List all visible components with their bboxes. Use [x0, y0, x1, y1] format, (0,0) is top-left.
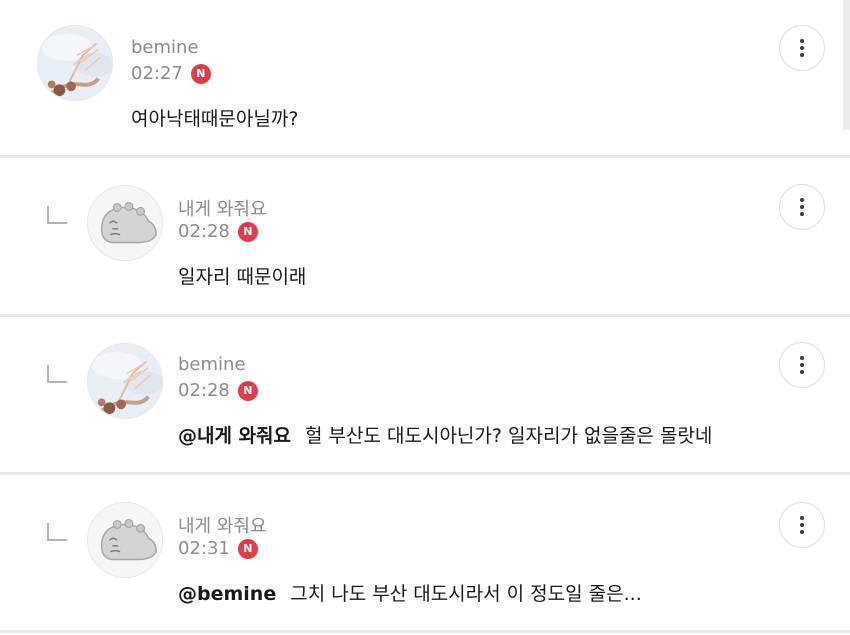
- avatar[interactable]: [87, 502, 163, 578]
- more-dot: [800, 205, 804, 209]
- more-dot: [800, 39, 804, 43]
- mention-link[interactable]: @bemine: [178, 583, 276, 605]
- more-dot: [800, 53, 804, 57]
- new-badge: N: [237, 380, 258, 401]
- comment-time: 02:28: [178, 380, 230, 401]
- avatar[interactable]: [87, 185, 163, 261]
- comment-time: 02:28: [178, 221, 230, 242]
- comment-author[interactable]: 내게 와줘요: [178, 512, 267, 538]
- more-dot: [800, 363, 804, 367]
- more-dot: [800, 198, 804, 202]
- net-photo-avatar-icon: [88, 344, 162, 418]
- comment-text: @내게 와줘요 헐 부산도 대도시아닌가? 일자리가 없을줄은 몰랏네: [178, 421, 712, 448]
- gray-creature-avatar-icon: [88, 503, 162, 577]
- more-options-button[interactable]: [779, 184, 825, 230]
- reply-corner-icon: [47, 206, 67, 224]
- reply-corner-icon: [47, 365, 67, 383]
- avatar[interactable]: [87, 343, 163, 419]
- net-photo-avatar-icon: [38, 26, 112, 100]
- comment-text: 일자리 때문이래: [178, 262, 306, 289]
- comment-item: bemine 02:28 N @내게 와줘요 헐 부산도 대도시아닌가? 일자리가…: [0, 317, 850, 472]
- more-options-button[interactable]: [779, 25, 825, 71]
- new-badge: N: [237, 538, 258, 559]
- comment-divider: [0, 630, 850, 633]
- comment-body: 여아낙태때문아닐까?: [131, 108, 299, 130]
- comment-time: 02:31: [178, 538, 230, 559]
- comment-meta: 02:28 N: [178, 221, 258, 242]
- comment-meta: 02:28 N: [178, 380, 258, 401]
- avatar[interactable]: [37, 25, 113, 101]
- gray-creature-avatar-icon: [88, 186, 162, 260]
- more-dot: [800, 516, 804, 520]
- more-dot: [800, 46, 804, 50]
- comment-item: bemine 02:27 N 여아낙태때문아닐까?: [0, 0, 850, 155]
- more-dot: [800, 523, 804, 527]
- comment-meta: 02:31 N: [178, 538, 258, 559]
- comment-body: 일자리 때문이래: [178, 266, 307, 288]
- comment-author[interactable]: bemine: [178, 354, 246, 375]
- comment-meta: 02:27 N: [131, 63, 211, 84]
- comment-body: 헐 부산도 대도시아닌가? 일자리가 없을줄은 몰랏네: [305, 425, 713, 447]
- comment-item: 내게 와줘요 02:28 N 일자리 때문이래: [0, 158, 850, 314]
- more-dot: [800, 212, 804, 216]
- comment-text: @bemine 그치 나도 부산 대도시라서 이 정도일 줄은...: [178, 579, 642, 606]
- new-badge: N: [237, 221, 258, 242]
- comment-author[interactable]: 내게 와줘요: [178, 195, 267, 221]
- more-dot: [800, 356, 804, 360]
- new-badge: N: [190, 63, 211, 84]
- comment-time: 02:27: [131, 63, 183, 84]
- more-dot: [800, 530, 804, 534]
- comment-author[interactable]: bemine: [131, 37, 199, 58]
- more-dot: [800, 370, 804, 374]
- more-options-button[interactable]: [779, 502, 825, 548]
- more-options-button[interactable]: [779, 342, 825, 388]
- comment-body: 그치 나도 부산 대도시라서 이 정도일 줄은...: [290, 583, 642, 605]
- comment-text: 여아낙태때문아닐까?: [131, 104, 298, 131]
- reply-corner-icon: [47, 523, 67, 541]
- mention-link[interactable]: @내게 와줘요: [178, 425, 291, 447]
- scrollbar-track[interactable]: [843, 0, 850, 130]
- comment-item: 내게 와줘요 02:31 N @bemine 그치 나도 부산 대도시라서 이 정…: [0, 475, 850, 630]
